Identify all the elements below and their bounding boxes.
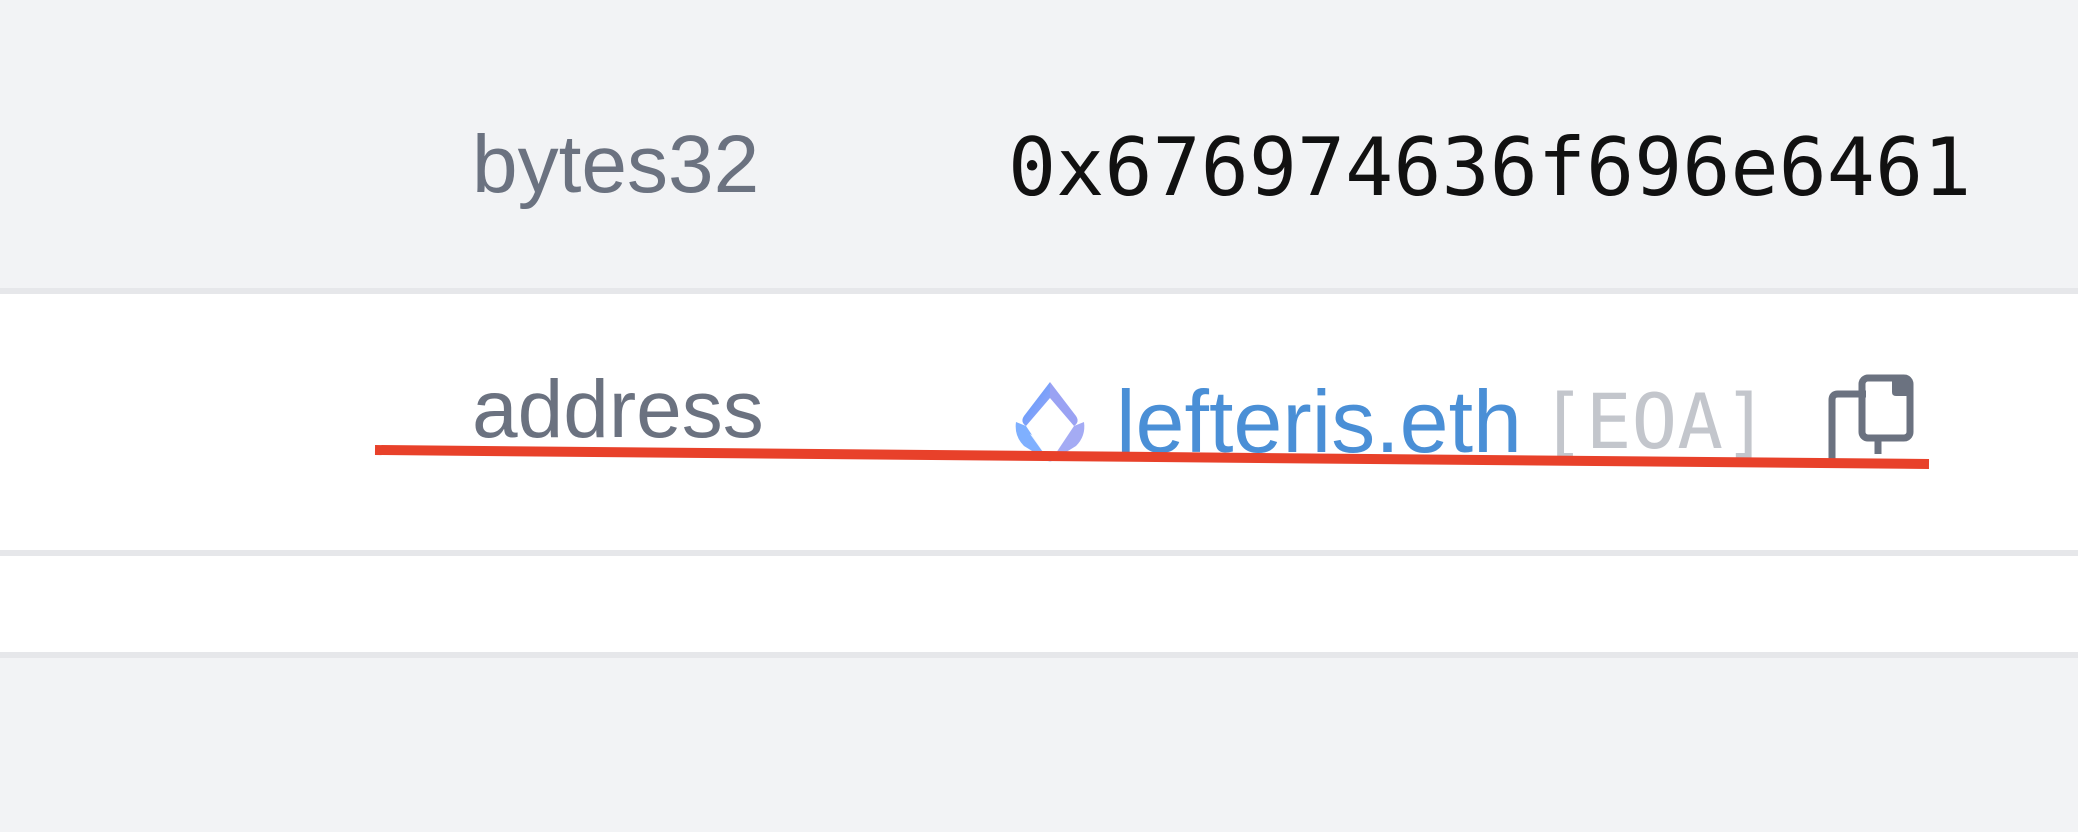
param-row-bytes32: bytes32 0x676974636f696e6461 [0,0,2078,294]
param-type-label: address [472,364,764,455]
decoded-params-table: bytes32 0x676974636f696e6461 address lef… [0,0,2078,832]
param-row-empty [0,556,2078,658]
param-value-hex: 0x676974636f696e6461 [1008,121,1972,214]
param-type-label: bytes32 [472,119,760,210]
account-type-badge: [EOA] [1540,377,1769,466]
ens-logo-icon [1015,382,1085,462]
table-footer-area [0,658,2078,832]
param-row-address: address lefteris.eth [EOA] [0,294,2078,556]
copy-icon[interactable] [1826,374,1918,460]
ens-name-link[interactable]: lefteris.eth [1116,378,1522,466]
